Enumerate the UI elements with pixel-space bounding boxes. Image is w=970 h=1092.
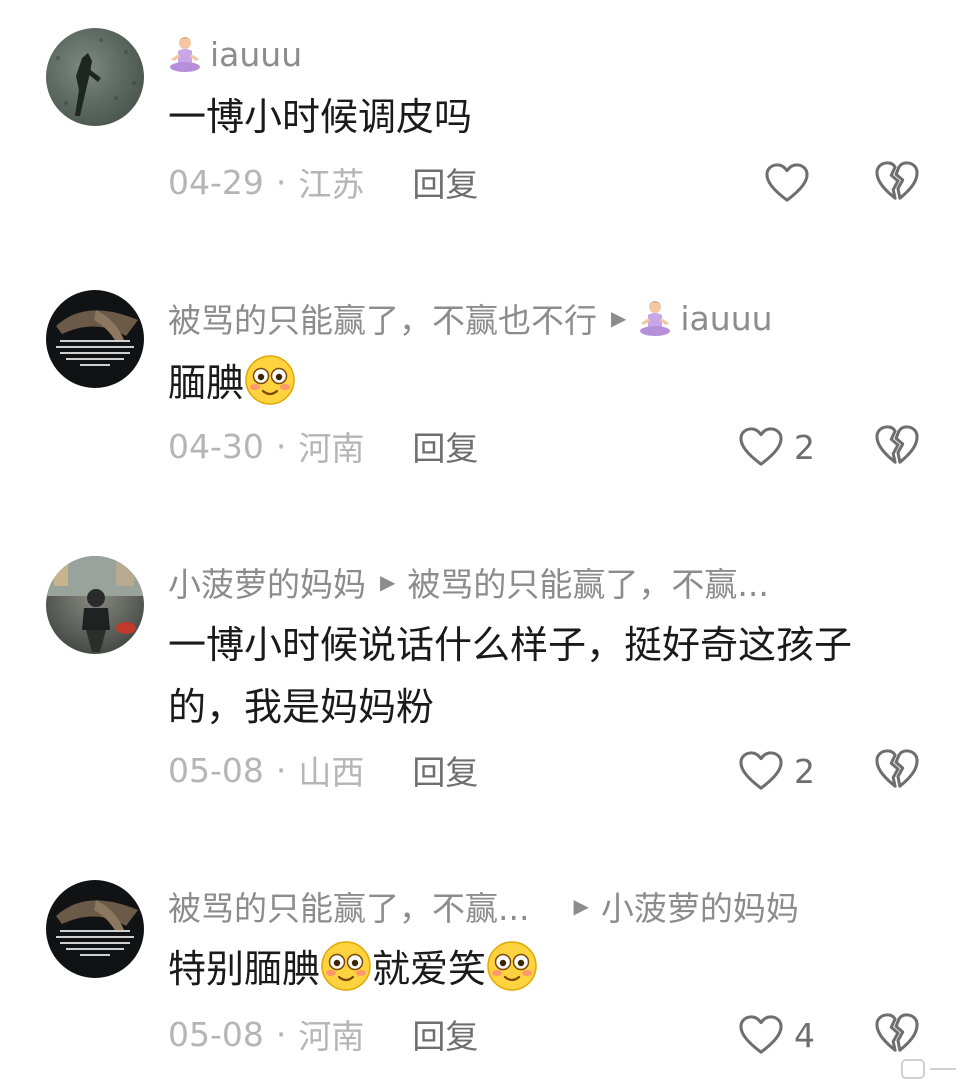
comment-location: 江苏 (298, 165, 365, 204)
author-row: 被骂的只能赢了，不赢... ▶ 小菠萝的妈妈 (168, 884, 799, 928)
reply-to-name[interactable]: iauuu (680, 299, 772, 338)
flushed-smiley-emoji (486, 940, 538, 992)
comment-meta: 04-29 · 江苏 回复 (168, 158, 478, 206)
meta-separator: · (275, 750, 287, 790)
heart-icon (764, 162, 810, 204)
like-button[interactable]: 4 (738, 1010, 815, 1060)
author-name[interactable]: 被骂的只能赢了，不赢... (168, 882, 529, 930)
author-name[interactable]: 小菠萝的妈妈 (168, 558, 366, 606)
author-row: 小菠萝的妈妈 ▶ 被骂的只能赢了，不赢... (168, 560, 769, 604)
dislike-button[interactable] (874, 160, 920, 204)
like-count: 4 (794, 1015, 815, 1055)
comment-text: 腼腆 (168, 352, 928, 414)
heart-icon (738, 1014, 784, 1056)
comment-location: 河南 (298, 1017, 365, 1056)
like-count: 2 (794, 427, 815, 467)
broken-heart-icon (874, 424, 920, 466)
comment-date: 04-29 (168, 162, 264, 202)
author-row: 被骂的只能赢了，不赢也不行 ▶ iauuu (168, 294, 773, 342)
comment-date: 04-30 (168, 426, 264, 466)
comment-location: 河南 (298, 429, 365, 468)
like-count: 2 (794, 751, 815, 791)
broken-heart-icon (874, 748, 920, 790)
person-in-lotus-position-emoji (638, 299, 672, 337)
comment-meta: 05-08 · 河南 回复 (168, 1010, 478, 1058)
reply-arrow-icon: ▶ (380, 570, 396, 594)
avatar[interactable] (46, 880, 144, 978)
reply-arrow-icon: ▶ (573, 894, 589, 918)
reply-arrow-icon: ▶ (611, 306, 627, 330)
comment-meta: 05-08 · 山西 回复 (168, 746, 478, 794)
avatar[interactable] (46, 28, 144, 126)
reply-button[interactable]: 回复 (412, 158, 478, 206)
meta-separator: · (275, 162, 287, 202)
reply-button[interactable]: 回复 (412, 1010, 478, 1058)
dislike-button[interactable] (874, 1012, 920, 1056)
comment-text: 一博小时候说话什么样子，挺好奇这孩子 的，我是妈妈粉 (168, 623, 853, 729)
comment-location: 山西 (298, 753, 365, 792)
avatar[interactable] (46, 290, 144, 388)
flushed-smiley-emoji (244, 354, 296, 406)
avatar[interactable] (46, 556, 144, 654)
meta-separator: · (275, 1014, 287, 1054)
heart-icon (738, 750, 784, 792)
author-row: iauuu (168, 32, 302, 76)
author-name[interactable]: 被骂的只能赢了，不赢也不行 (168, 294, 597, 342)
comment-text: 特别腼腆 就爱笑 (168, 938, 928, 1000)
reply-button[interactable]: 回复 (412, 746, 478, 794)
comment-text: 一博小时候调皮吗 (168, 95, 473, 139)
dislike-button[interactable] (874, 424, 920, 468)
meta-separator: · (275, 426, 287, 466)
reply-to-name[interactable]: 小菠萝的妈妈 (601, 882, 799, 930)
reply-button[interactable]: 回复 (412, 422, 478, 470)
reply-to-name[interactable]: 被骂的只能赢了，不赢... (407, 558, 768, 606)
broken-heart-icon (874, 1012, 920, 1054)
watermark-icon (901, 1059, 956, 1079)
comment-meta: 04-30 · 河南 回复 (168, 422, 478, 470)
like-button[interactable] (764, 158, 810, 208)
heart-icon (738, 426, 784, 468)
comment-date: 05-08 (168, 1014, 264, 1054)
dislike-button[interactable] (874, 748, 920, 792)
flushed-smiley-emoji (320, 940, 372, 992)
like-button[interactable]: 2 (738, 746, 815, 796)
person-in-lotus-position-emoji (168, 35, 202, 73)
comment-date: 05-08 (168, 750, 264, 790)
like-button[interactable]: 2 (738, 422, 815, 472)
broken-heart-icon (874, 160, 920, 202)
author-name[interactable]: iauuu (210, 35, 302, 74)
